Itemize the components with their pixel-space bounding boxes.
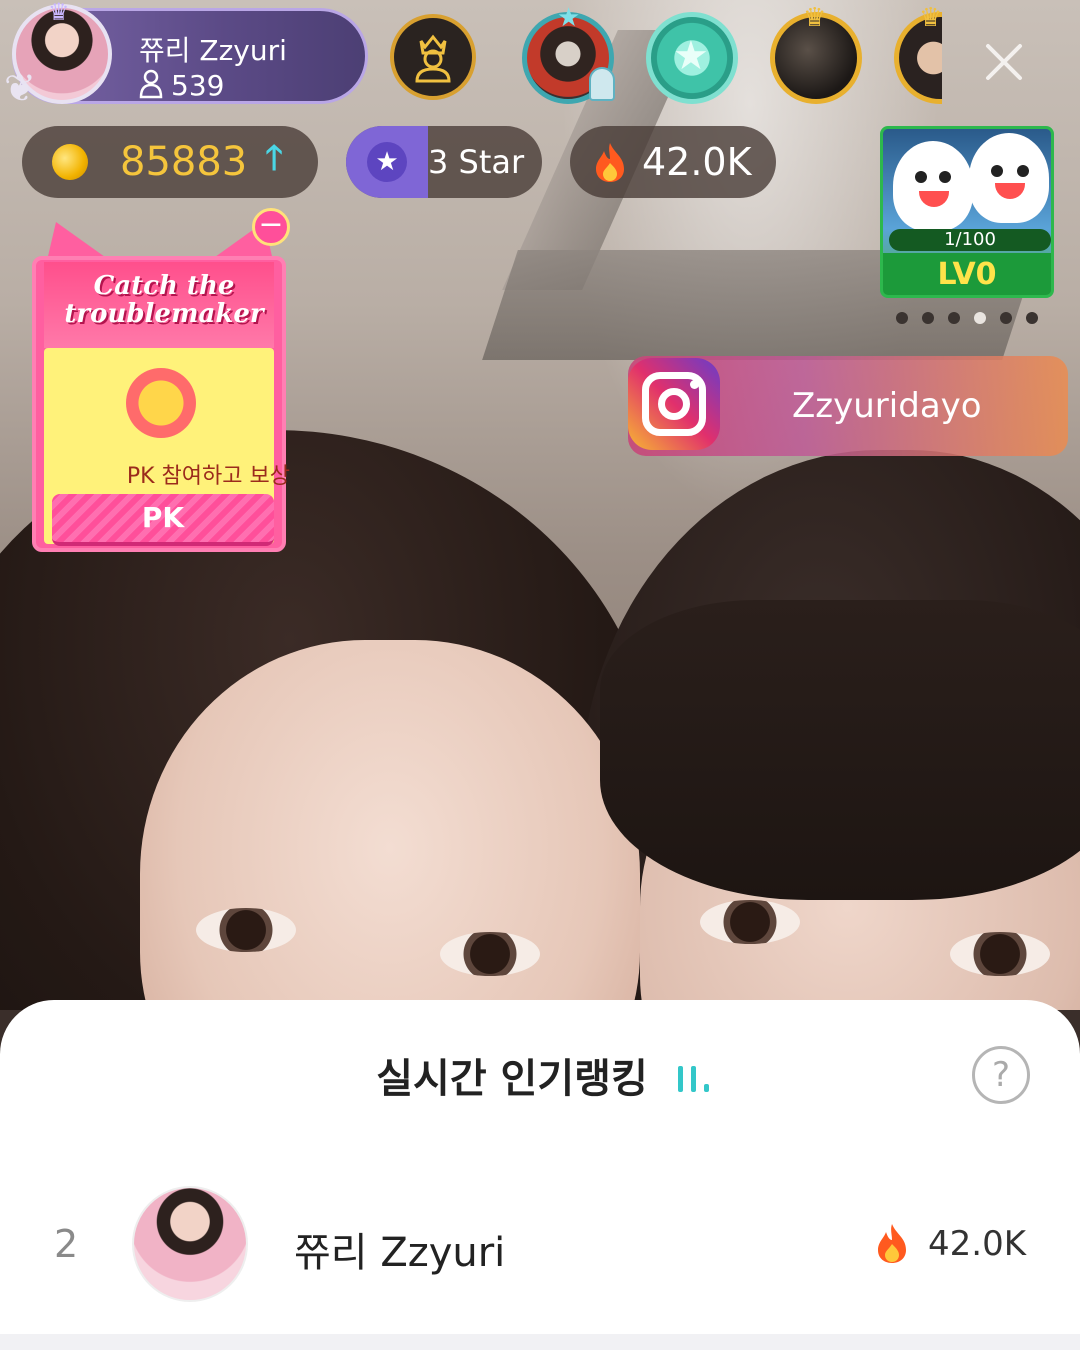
instagram-handle: Zzyuridayo: [792, 386, 982, 426]
mascot-eye: [1017, 165, 1029, 177]
fire-icon: [878, 1224, 906, 1263]
top-viewer-badge[interactable]: ★: [646, 12, 738, 104]
crown-person-icon: [415, 34, 451, 83]
microphone-icon: [589, 67, 615, 101]
star-icon: ★: [557, 3, 581, 33]
instagram-icon-dot: [690, 380, 699, 389]
event-title: Catch the troublemaker: [50, 272, 278, 328]
sheet-title: 실시간 인기랭킹: [376, 1056, 648, 1102]
event-title-line: troublemaker: [64, 299, 264, 329]
close-icon[interactable]: [980, 38, 1028, 86]
star-icon: ★: [367, 142, 407, 182]
coin-balance: 85883: [120, 139, 248, 185]
mascot-ghost: [969, 133, 1049, 223]
help-icon[interactable]: ?: [972, 1046, 1030, 1104]
star-level-badge: ★: [346, 126, 428, 198]
ranking-button[interactable]: [390, 14, 476, 100]
minimize-icon[interactable]: −: [252, 208, 290, 246]
event-title-line: Catch the: [93, 271, 235, 301]
game-level: LV0: [883, 253, 1051, 295]
coin-icon: [46, 138, 94, 186]
widget-pager[interactable]: [896, 312, 1038, 324]
guest-eye: [700, 900, 800, 944]
instagram-banner[interactable]: Zzyuridayo: [628, 356, 1068, 456]
streamer-eye: [196, 908, 296, 952]
host-follower-count: 539: [171, 69, 225, 102]
guest-eye: [950, 932, 1050, 976]
laurel-icon: ❦: [4, 66, 36, 110]
popularity-value: 42.0K: [642, 140, 752, 184]
streamer-eye: [440, 932, 540, 976]
ranking-sheet: 실시간 인기랭킹 ? 2 쮸리 Zzyuri 42.0K: [0, 1000, 1080, 1350]
pager-dot[interactable]: [922, 312, 934, 324]
mascot-mouth: [919, 191, 949, 207]
star-level-pill[interactable]: ★ 3 Star: [346, 126, 542, 198]
game-widget[interactable]: 1/100 LV0: [880, 126, 1054, 298]
mascot-eye: [991, 165, 1003, 177]
top-viewer-avatar[interactable]: ★: [522, 3, 615, 104]
coins-pill[interactable]: 85883 🡑: [22, 126, 318, 198]
live-equalizer-icon: [678, 1066, 709, 1092]
sheet-divider: [0, 1334, 1080, 1350]
arrow-up-icon: 🡑: [265, 137, 283, 178]
rank-score: 42.0K: [928, 1224, 1026, 1264]
crown-icon: ♛: [803, 3, 827, 33]
guest-bangs: [600, 600, 1080, 900]
mascot-mouth: [995, 183, 1025, 199]
rank-name: 쮸리 Zzyuri: [294, 1230, 506, 1276]
fire-icon: [596, 143, 624, 182]
pk-button[interactable]: PK: [52, 494, 274, 546]
avatar[interactable]: [132, 1186, 248, 1302]
pager-dot[interactable]: [1026, 312, 1038, 324]
instagram-icon-lens: [658, 388, 690, 420]
pager-dot[interactable]: [1000, 312, 1012, 324]
crown-icon: ♛: [919, 3, 943, 33]
pager-dot[interactable]: [948, 312, 960, 324]
flower-mascot-icon: [126, 368, 196, 438]
mascot-eye: [939, 171, 951, 183]
pager-dot-active[interactable]: [974, 312, 986, 324]
event-card-body: Catch the troublemaker PK 참여하고 보상 PK: [32, 256, 290, 552]
crown-icon: ♛: [48, 0, 70, 26]
event-description: PK 참여하고 보상: [126, 464, 290, 489]
rank-number: 2: [54, 1222, 79, 1266]
event-card[interactable]: Catch the troublemaker PK 참여하고 보상 PK −: [30, 208, 290, 554]
person-icon: [139, 69, 163, 99]
instagram-icon: [628, 358, 720, 450]
game-progress: 1/100: [889, 229, 1051, 251]
pager-dot[interactable]: [896, 312, 908, 324]
host-name: 쮸리 Zzyuri: [139, 34, 287, 67]
top-viewer-avatar[interactable]: ♛: [770, 3, 862, 104]
mascot-ghost: [893, 141, 973, 231]
mascot-eye: [915, 171, 927, 183]
star-level: 3 Star: [428, 143, 525, 181]
popularity-pill[interactable]: 42.0K: [570, 126, 776, 198]
star-badge-icon: ★: [673, 33, 709, 79]
